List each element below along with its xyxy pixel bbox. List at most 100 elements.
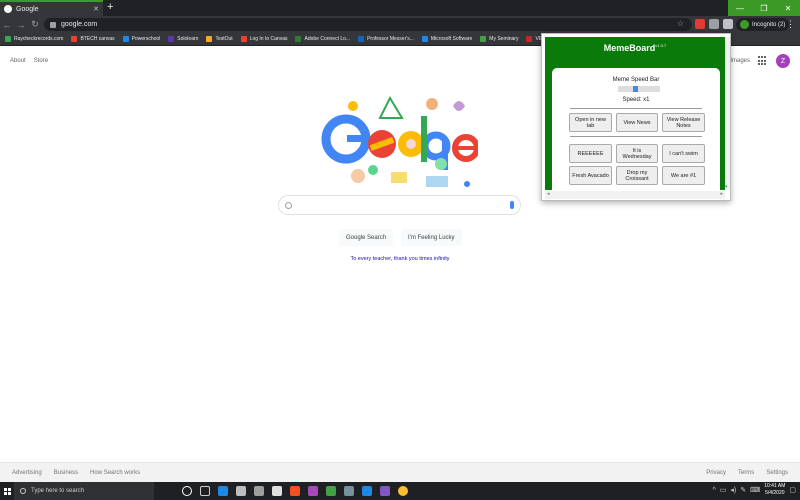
close-tab-icon[interactable]: ✕ xyxy=(93,5,99,13)
pen-icon[interactable]: ✎ xyxy=(740,486,746,494)
it-is-wednesday-button[interactable]: It is Wednesday xyxy=(616,144,658,163)
restore-button[interactable]: ❐ xyxy=(752,0,776,16)
app-green-icon[interactable] xyxy=(326,486,336,496)
bookmark-favicon-icon xyxy=(526,36,533,42)
business-link[interactable]: Business xyxy=(54,470,78,476)
clock[interactable]: 10:41 AM 5/4/2020 xyxy=(764,483,785,497)
open-new-tab-button[interactable]: Open in new tab xyxy=(569,113,612,132)
images-link[interactable]: Images xyxy=(730,58,750,64)
close-window-button[interactable]: ✕ xyxy=(776,0,800,16)
search-input[interactable] xyxy=(298,201,510,209)
taskbar-search[interactable]: Type here to search xyxy=(14,482,154,500)
back-arrow-icon[interactable]: ← xyxy=(0,20,14,30)
bookmark-star-icon[interactable]: ☆ xyxy=(677,19,684,28)
about-link[interactable]: About xyxy=(10,58,26,64)
bookmark-item[interactable]: TestOut xyxy=(206,36,233,42)
bookmark-favicon-icon xyxy=(480,36,487,42)
apps-grid-icon[interactable] xyxy=(758,56,768,66)
edge-icon[interactable] xyxy=(218,486,228,496)
title-bar: Google ✕ + — ❐ ✕ xyxy=(0,0,800,16)
notifications-icon[interactable]: ▢ xyxy=(789,486,796,494)
terms-link[interactable]: Terms xyxy=(738,470,754,476)
system-tray: ^ ▭ ◂) ✎ ⌨ 10:41 AM 5/4/2020 ▢ xyxy=(712,483,796,497)
doodle-message-link[interactable]: To every teacher, thank you times infini… xyxy=(0,256,800,262)
scroll-right-arrow-icon[interactable]: ▸ xyxy=(720,191,723,197)
incognito-indicator[interactable]: Incognito (2) xyxy=(736,18,790,31)
new-tab-button[interactable]: + xyxy=(107,1,113,13)
bookmark-item[interactable]: Microsoft Software xyxy=(421,36,472,42)
reload-icon[interactable]: ↻ xyxy=(28,19,42,30)
avatar[interactable]: Z xyxy=(776,54,790,68)
vscode-icon[interactable] xyxy=(362,486,372,496)
task-view-icon[interactable] xyxy=(200,486,210,496)
taskbar-search-placeholder: Type here to search xyxy=(31,488,85,494)
volume-icon[interactable]: ◂) xyxy=(730,486,736,494)
how-search-works-link[interactable]: How Search works xyxy=(90,470,140,476)
view-news-button[interactable]: View News xyxy=(616,113,658,132)
forward-arrow-icon[interactable]: → xyxy=(14,20,28,30)
settings-link[interactable]: Settings xyxy=(766,470,788,476)
visual-studio-icon[interactable] xyxy=(380,486,390,496)
we-are-number-one-button[interactable]: We are #1 xyxy=(662,166,705,185)
windows-logo-icon xyxy=(3,487,11,495)
minimize-button[interactable]: — xyxy=(728,0,752,16)
memeboard-title: MemeBoardv1.3.7 xyxy=(603,43,667,53)
memeboard-extension-icon[interactable] xyxy=(723,19,733,29)
store-icon[interactable] xyxy=(236,486,246,496)
browser-menu-icon[interactable]: ⋮ xyxy=(786,19,795,30)
app-gray-icon[interactable] xyxy=(344,486,354,496)
windows-taskbar: Type here to search ^ ▭ ◂) ✎ ⌨ 10:41 AM … xyxy=(0,482,800,500)
bookmark-item[interactable]: BTECH canvas xyxy=(71,36,115,42)
google-search-button[interactable]: Google Search xyxy=(339,229,394,246)
meme-speed-slider[interactable] xyxy=(618,86,660,92)
footer-left-links: Advertising Business How Search works xyxy=(12,470,140,476)
view-release-notes-button[interactable]: View Release Notes xyxy=(662,113,705,132)
tray-overflow-icon[interactable]: ^ xyxy=(712,487,715,494)
reeeeee-button[interactable]: REEEEEE xyxy=(569,144,612,163)
calculator-icon[interactable] xyxy=(254,486,264,496)
language-icon[interactable]: ⌨ xyxy=(750,486,760,494)
extension-red-icon[interactable] xyxy=(695,19,705,29)
popup-horizontal-scrollbar[interactable]: ◂ ▸ xyxy=(545,191,725,199)
divider xyxy=(570,108,702,109)
top-right-links: Images Z xyxy=(730,54,790,68)
search-icon xyxy=(285,201,292,209)
office-icon[interactable] xyxy=(290,486,300,496)
privacy-link[interactable]: Privacy xyxy=(706,470,726,476)
bookmark-label: BTECH canvas xyxy=(80,36,115,42)
explorer-icon[interactable] xyxy=(272,486,282,496)
network-icon[interactable]: ▭ xyxy=(720,486,727,494)
i-cant-swim-button[interactable]: I can't swim xyxy=(662,144,705,163)
app-purple-icon[interactable] xyxy=(308,486,318,496)
chrome-icon[interactable] xyxy=(398,486,408,496)
start-button[interactable] xyxy=(0,482,14,500)
search-box[interactable] xyxy=(278,195,521,215)
extension-gray-icon[interactable] xyxy=(709,19,719,29)
scroll-down-arrow-icon[interactable]: ▾ xyxy=(725,184,728,190)
bookmark-label: Powerschool xyxy=(131,36,161,42)
bookmark-item[interactable]: Raycheckrecords.com xyxy=(5,36,63,42)
popup-vertical-scrollbar[interactable]: ▾ xyxy=(725,37,730,190)
cortana-icon[interactable] xyxy=(182,486,192,496)
scroll-left-arrow-icon[interactable]: ◂ xyxy=(547,191,550,197)
browser-tab[interactable]: Google ✕ xyxy=(0,0,103,16)
speed-slider-knob[interactable] xyxy=(632,86,638,92)
bookmark-item[interactable]: Professor Messer's... xyxy=(358,36,414,42)
clock-date: 5/4/2020 xyxy=(765,490,785,496)
bookmark-label: Sololearn xyxy=(177,36,199,42)
microphone-icon[interactable] xyxy=(510,201,514,209)
bookmark-item[interactable]: My Seminary xyxy=(480,36,518,42)
bookmark-favicon-icon xyxy=(421,36,428,42)
advertising-link[interactable]: Advertising xyxy=(12,470,42,476)
drop-my-croissant-button[interactable]: Drop my Croissant xyxy=(616,166,658,185)
fresh-avacado-button[interactable]: Fresh Avacado xyxy=(569,166,612,185)
feeling-lucky-button[interactable]: I'm Feeling Lucky xyxy=(401,229,462,246)
bookmark-item[interactable]: Powerschool xyxy=(122,36,161,42)
store-link[interactable]: Store xyxy=(34,58,48,64)
bookmark-item[interactable]: Sololearn xyxy=(168,36,198,42)
address-bar[interactable]: google.com ☆ xyxy=(44,18,692,31)
google-doodle[interactable] xyxy=(318,94,478,192)
bookmark-item[interactable]: Adobe Connect Lo... xyxy=(295,36,350,42)
url-text[interactable]: google.com xyxy=(61,21,97,28)
bookmark-item[interactable]: Log In to Canvas xyxy=(240,36,287,42)
